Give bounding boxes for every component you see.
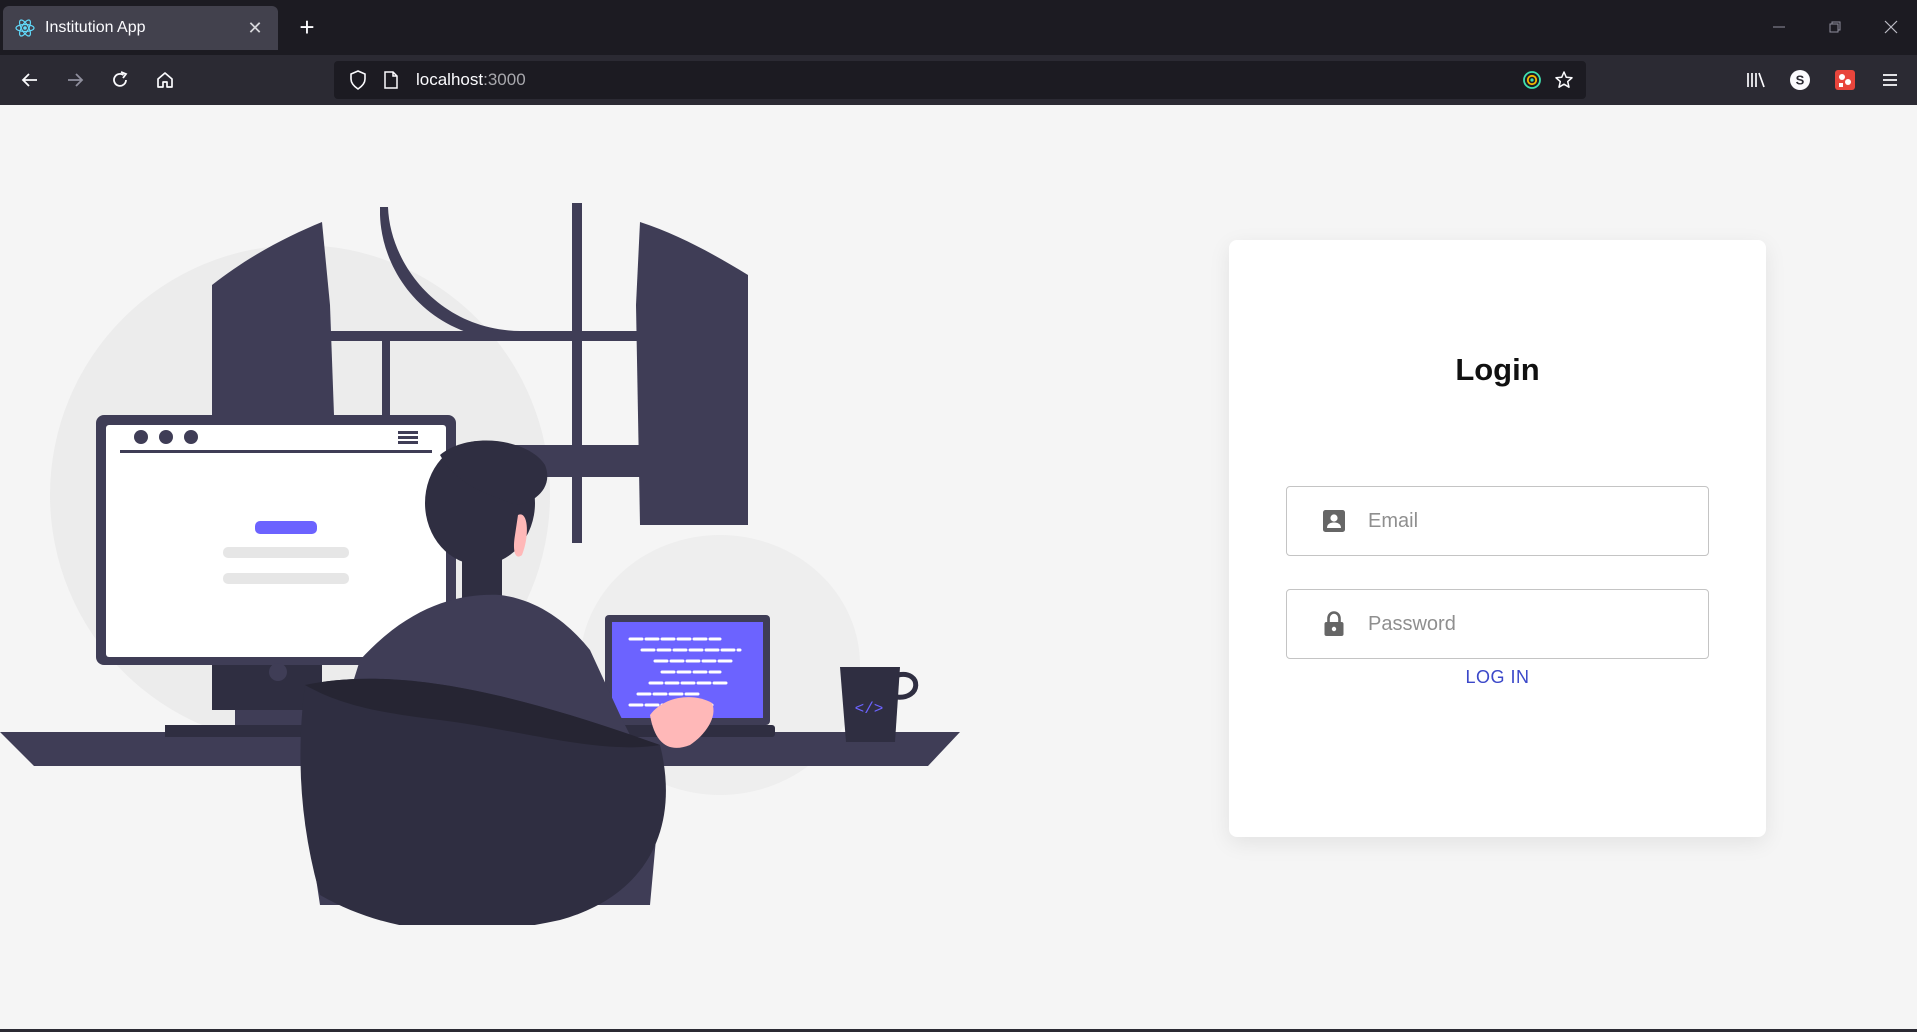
close-icon[interactable]: ✕ xyxy=(244,18,266,39)
close-icon xyxy=(1884,20,1898,34)
back-arrow-icon xyxy=(21,73,37,87)
navigation-toolbar: localhost:3000 S xyxy=(0,55,1917,105)
new-tab-button[interactable]: + xyxy=(292,12,322,42)
svg-text:S: S xyxy=(1796,73,1805,88)
login-title: Login xyxy=(1455,352,1540,387)
password-field[interactable] xyxy=(1286,589,1709,659)
reload-icon xyxy=(113,71,128,87)
addon-button[interactable] xyxy=(1829,64,1861,96)
browser-tab[interactable]: Institution App ✕ xyxy=(3,6,278,50)
react-icon xyxy=(15,18,35,38)
shield-icon[interactable] xyxy=(344,70,372,90)
account-button[interactable]: S xyxy=(1784,64,1816,96)
back-button[interactable] xyxy=(14,64,46,96)
login-button[interactable]: LOG IN xyxy=(1429,655,1566,699)
page-icon[interactable] xyxy=(378,71,404,89)
minimize-button[interactable] xyxy=(1756,14,1802,40)
forward-arrow-icon xyxy=(68,73,84,87)
account-s-icon: S xyxy=(1790,70,1810,90)
address-bar[interactable]: localhost:3000 xyxy=(334,61,1586,99)
minimize-icon xyxy=(1773,26,1785,28)
page-content: </> Login LOG IN xyxy=(0,105,1917,1032)
addon-icon xyxy=(1835,70,1855,90)
hamburger-icon xyxy=(1883,74,1897,86)
forward-button[interactable] xyxy=(59,64,91,96)
library-button[interactable] xyxy=(1740,64,1772,96)
restore-button[interactable] xyxy=(1812,14,1858,40)
url-host: localhost xyxy=(416,70,484,89)
login-card: Login LOG IN xyxy=(1229,240,1766,837)
url-port: :3000 xyxy=(483,70,526,89)
star-icon[interactable] xyxy=(1548,70,1580,90)
tab-bar: Institution App ✕ + xyxy=(0,0,1917,55)
contact-card-icon xyxy=(1320,507,1348,535)
password-input[interactable] xyxy=(1368,590,1708,658)
email-field[interactable] xyxy=(1286,486,1709,556)
svg-text:</>: </> xyxy=(855,700,884,718)
lock-icon xyxy=(1320,610,1348,638)
home-icon xyxy=(157,72,173,88)
restore-icon xyxy=(1829,21,1841,33)
target-icon[interactable] xyxy=(1516,70,1548,90)
home-button[interactable] xyxy=(149,64,181,96)
email-input[interactable] xyxy=(1368,487,1708,555)
menu-button[interactable] xyxy=(1874,64,1906,96)
url-text[interactable]: localhost:3000 xyxy=(416,70,1516,90)
tab-title: Institution App xyxy=(45,19,146,36)
reload-button[interactable] xyxy=(104,64,136,96)
developer-at-desk-illustration: </> xyxy=(0,203,960,925)
close-window-button[interactable] xyxy=(1868,14,1914,40)
library-icon xyxy=(1747,72,1765,88)
